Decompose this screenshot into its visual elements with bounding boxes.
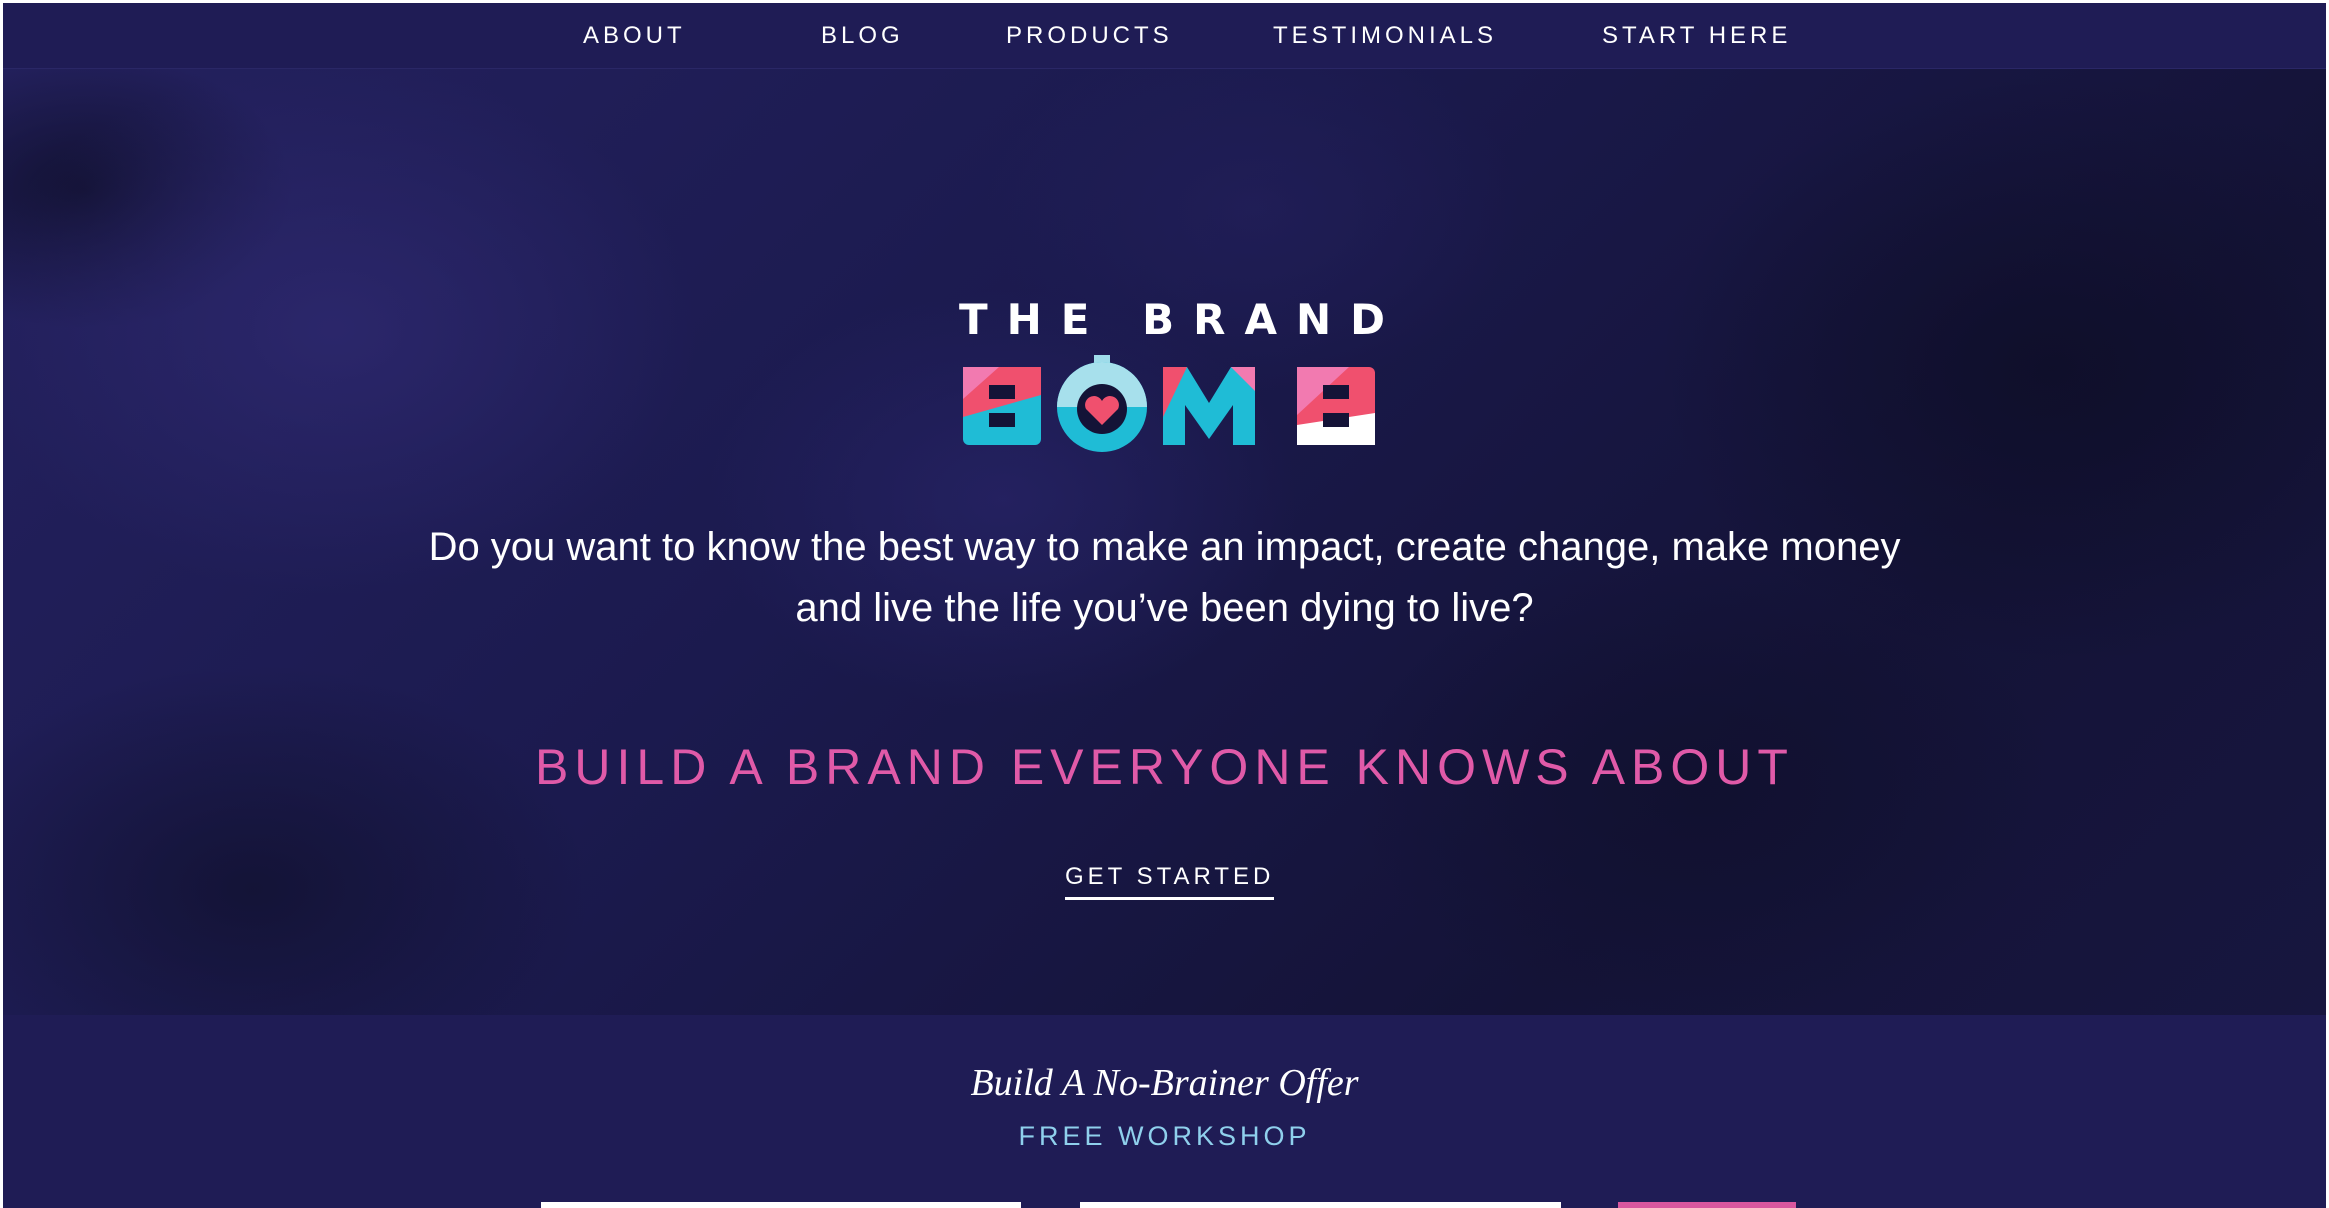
- signup-button[interactable]: [1618, 1202, 1796, 1208]
- get-started-link[interactable]: GET STARTED: [1065, 860, 1275, 900]
- page: ABOUT BLOG PRODUCTS TESTIMONIALS START H…: [3, 3, 2326, 1208]
- first-name-field[interactable]: [541, 1202, 1021, 1208]
- logo-letter-m: [1163, 367, 1255, 445]
- workshop-offer-section: Build A No-Brainer Offer FREE WORKSHOP: [3, 1015, 2326, 1208]
- nav-blog[interactable]: BLOG: [821, 3, 904, 68]
- brand-logo[interactable]: THE BRAND: [959, 295, 1404, 455]
- nav-testimonials[interactable]: TESTIMONIALS: [1273, 3, 1497, 68]
- nav-start-here[interactable]: START HERE: [1602, 3, 1791, 68]
- logo-letter-b2: [1297, 367, 1375, 445]
- hero-section: THE BRAND Do you want to know the best w…: [3, 69, 2326, 1015]
- nav-products[interactable]: PRODUCTS: [1006, 3, 1173, 68]
- hero-lead-text: Do you want to know the best way to make…: [428, 525, 1901, 630]
- offer-subtitle: FREE WORKSHOP: [1018, 1121, 1311, 1151]
- nav-about[interactable]: ABOUT: [583, 3, 686, 68]
- logo-bomb-wordmark: [963, 355, 1375, 452]
- logo-letter-o-bomb: [1057, 355, 1147, 452]
- logo-top-text: THE BRAND: [959, 295, 1404, 344]
- top-navigation: ABOUT BLOG PRODUCTS TESTIMONIALS START H…: [3, 3, 2326, 69]
- email-field[interactable]: [1080, 1202, 1561, 1208]
- logo-letter-b1: [963, 367, 1041, 445]
- hero-tagline: BUILD A BRAND EVERYONE KNOWS ABOUT: [535, 739, 1794, 795]
- offer-title: Build A No-Brainer Offer: [970, 1062, 1359, 1104]
